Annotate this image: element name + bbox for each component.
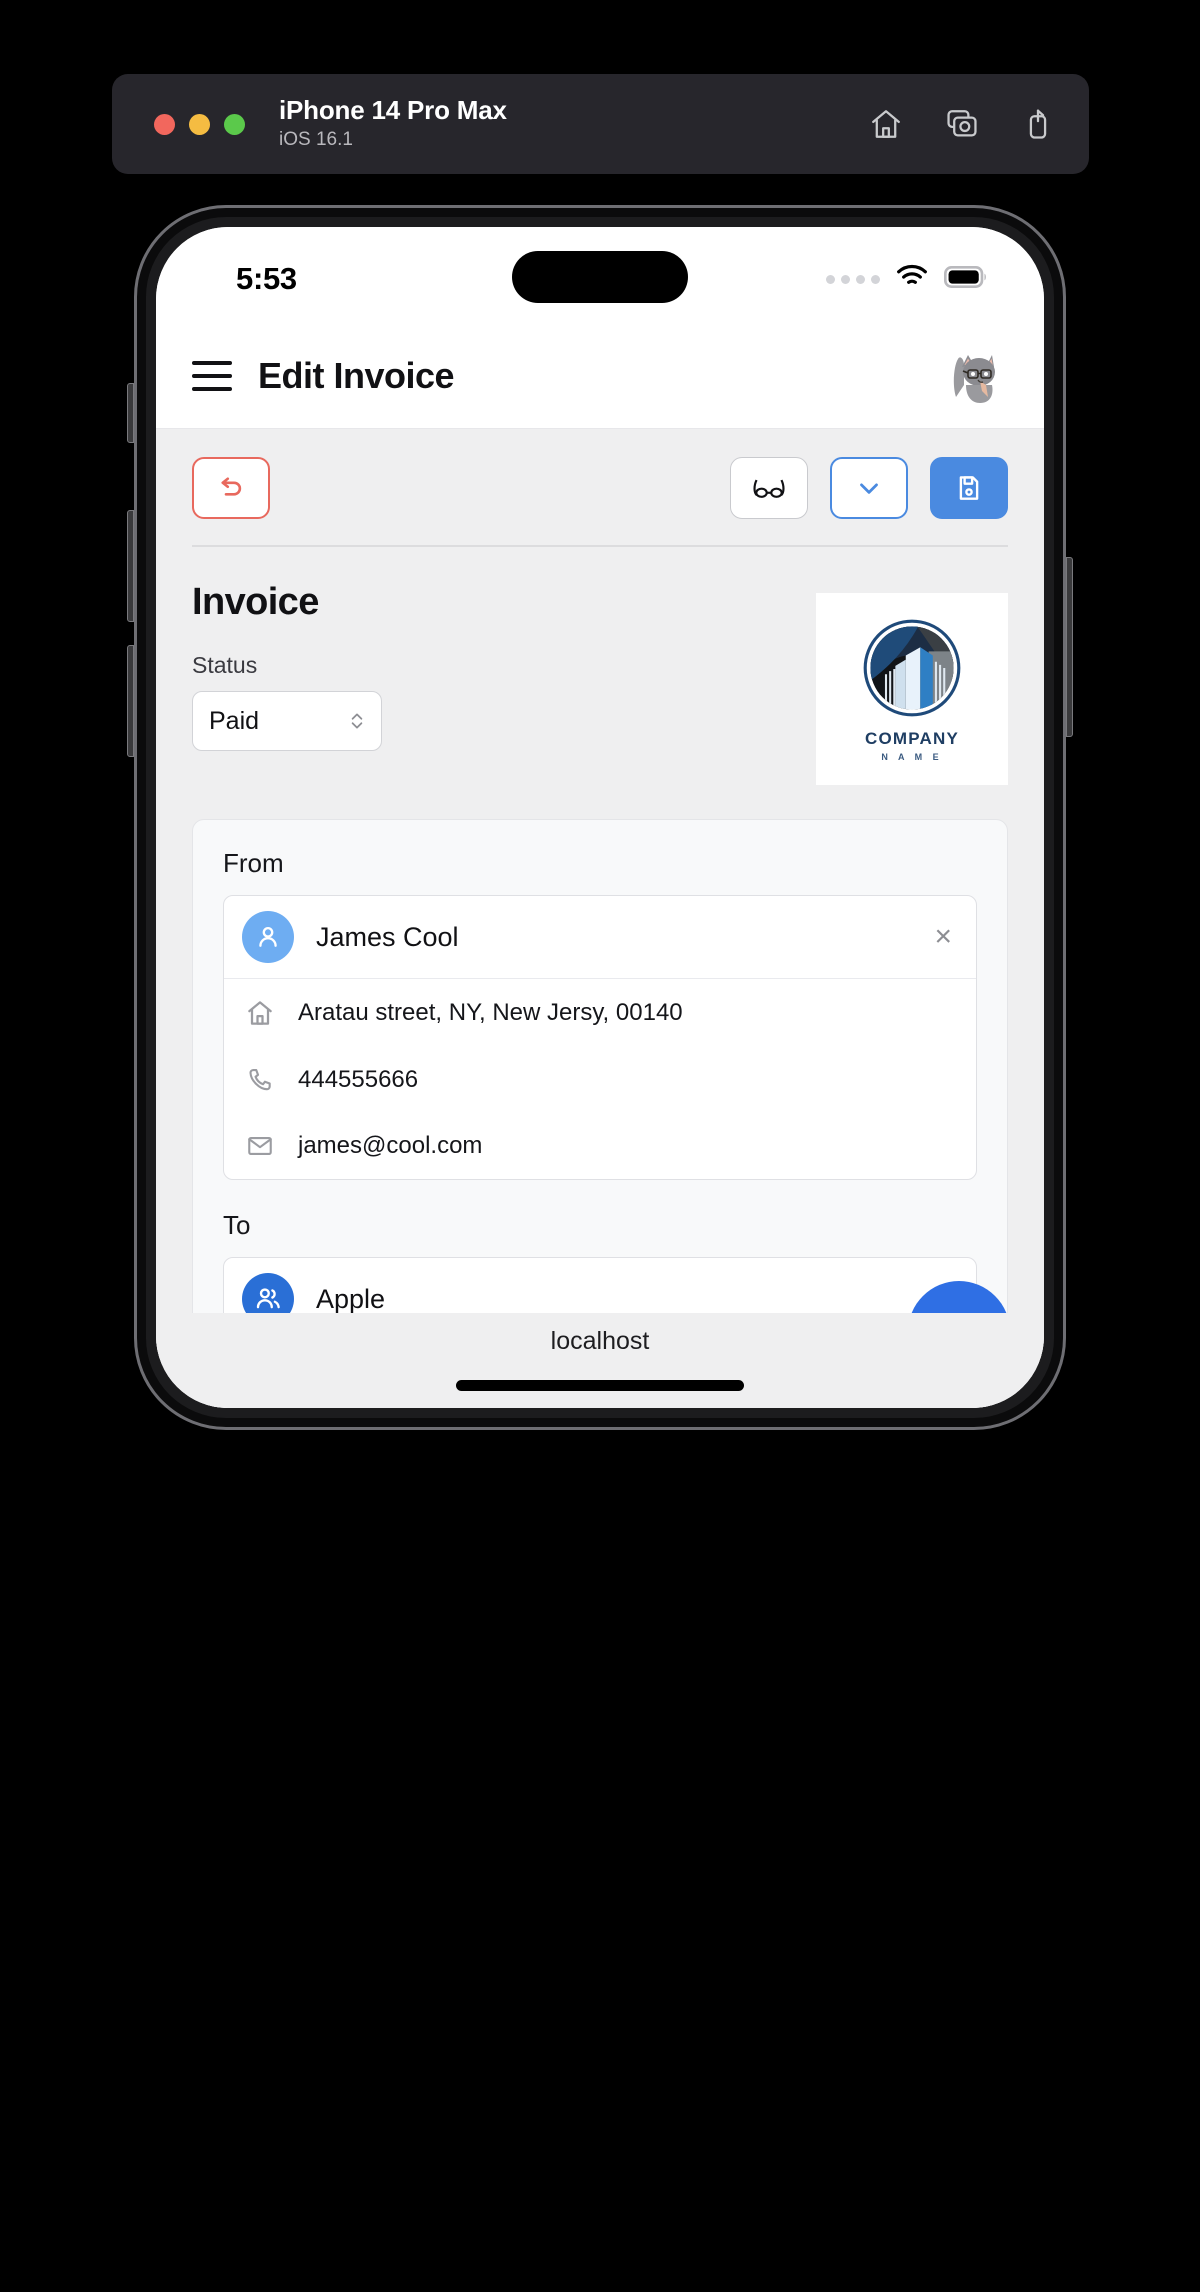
status-label: Status — [192, 652, 258, 678]
cellular-signal-dots-icon — [826, 274, 880, 284]
invoice-meta: Invoice Status Paid — [192, 581, 816, 751]
from-clear-button[interactable]: × — [930, 922, 956, 952]
company-logo: COMPANY N A M E — [816, 593, 1008, 785]
invoice-heading: Invoice — [192, 581, 319, 623]
simulator-device-info: iPhone 14 Pro Max iOS 16.1 — [279, 94, 507, 153]
invoice-content: Invoice Status Paid COMPANY N A M E From… — [156, 547, 1044, 1408]
simulator-titlebar: iPhone 14 Pro Max iOS 16.1 — [112, 74, 1089, 174]
company-logo-mark — [863, 619, 961, 717]
phone-icon — [244, 1066, 276, 1094]
company-logo-word: COMPANY — [864, 729, 960, 748]
home-indicator[interactable] — [456, 1380, 744, 1391]
simulator-device-name: iPhone 14 Pro Max — [279, 94, 507, 125]
from-email-row: james@cool.com — [224, 1113, 976, 1179]
simulator-actions — [869, 107, 1055, 141]
maximize-window-button[interactable] — [224, 113, 245, 135]
safari-host-label: localhost — [550, 1327, 650, 1355]
mail-icon — [244, 1132, 276, 1160]
back-button[interactable] — [192, 457, 270, 519]
phone-device-frame: 5:53 Edit Invoice Invoice Status Paid CO… — [127, 205, 1073, 1430]
power-button[interactable] — [1066, 557, 1073, 737]
from-email-value: james@cool.com — [298, 1132, 483, 1159]
battery-full-icon — [943, 265, 988, 293]
hamburger-menu-icon[interactable] — [192, 360, 232, 391]
page-title: Edit Invoice — [258, 354, 455, 396]
from-address-value: Aratau street, NY, New Jersy, 00140 — [298, 999, 683, 1026]
minimize-window-button[interactable] — [189, 113, 210, 135]
status-bar-indicators — [826, 264, 988, 294]
wifi-icon — [895, 264, 929, 294]
more-options-button[interactable] — [830, 457, 908, 519]
from-name-value: James Cool — [316, 921, 459, 952]
toolbar-right-group — [730, 457, 1008, 519]
close-window-button[interactable] — [154, 113, 175, 135]
dynamic-island — [512, 251, 688, 303]
home-icon — [244, 998, 276, 1028]
from-block: James Cool × Aratau street, NY, New Jers… — [223, 895, 977, 1180]
company-logo-subword: N A M E — [881, 752, 943, 762]
status-select[interactable]: Paid — [192, 691, 382, 751]
to-name-value: Apple — [316, 1283, 386, 1314]
user-icon — [242, 911, 294, 963]
app-scroll-body[interactable]: Invoice Status Paid COMPANY N A M E From… — [156, 429, 1044, 1408]
from-label: From — [223, 848, 284, 878]
screenshot-root: iPhone 14 Pro Max iOS 16.1 5:53 Edit Inv… — [0, 0, 1200, 2292]
invoice-toolbar — [156, 429, 1044, 545]
simulator-os-version: iOS 16.1 — [279, 128, 353, 150]
home-icon[interactable] — [869, 107, 903, 141]
share-icon[interactable] — [1021, 107, 1055, 141]
safari-bottom-bar: localhost — [156, 1313, 1044, 1408]
from-address-row: Aratau street, NY, New Jersy, 00140 — [224, 979, 976, 1047]
save-button[interactable] — [930, 457, 1008, 519]
ios-status-bar: 5:53 — [156, 227, 1044, 323]
status-bar-clock: 5:53 — [236, 261, 297, 296]
from-name-row[interactable]: James Cool × — [224, 896, 976, 979]
from-phone-row: 444555666 — [224, 1047, 976, 1113]
app-header: Edit Invoice — [156, 323, 1044, 429]
avatar[interactable] — [942, 344, 1004, 407]
status-select-value: Paid — [209, 706, 260, 735]
to-label: To — [223, 1210, 251, 1240]
silent-switch-button[interactable] — [127, 383, 134, 443]
phone-screen: 5:53 Edit Invoice Invoice Status Paid CO… — [156, 227, 1044, 1408]
volume-up-button[interactable] — [127, 510, 134, 622]
chevron-updown-icon — [349, 710, 365, 732]
screenshot-icon[interactable] — [945, 107, 979, 141]
volume-down-button[interactable] — [127, 645, 134, 757]
from-phone-value: 444555666 — [298, 1066, 419, 1093]
window-traffic-lights — [154, 113, 245, 135]
invoice-top-row: Invoice Status Paid COMPANY N A M E — [192, 581, 1008, 785]
preview-button[interactable] — [730, 457, 808, 519]
